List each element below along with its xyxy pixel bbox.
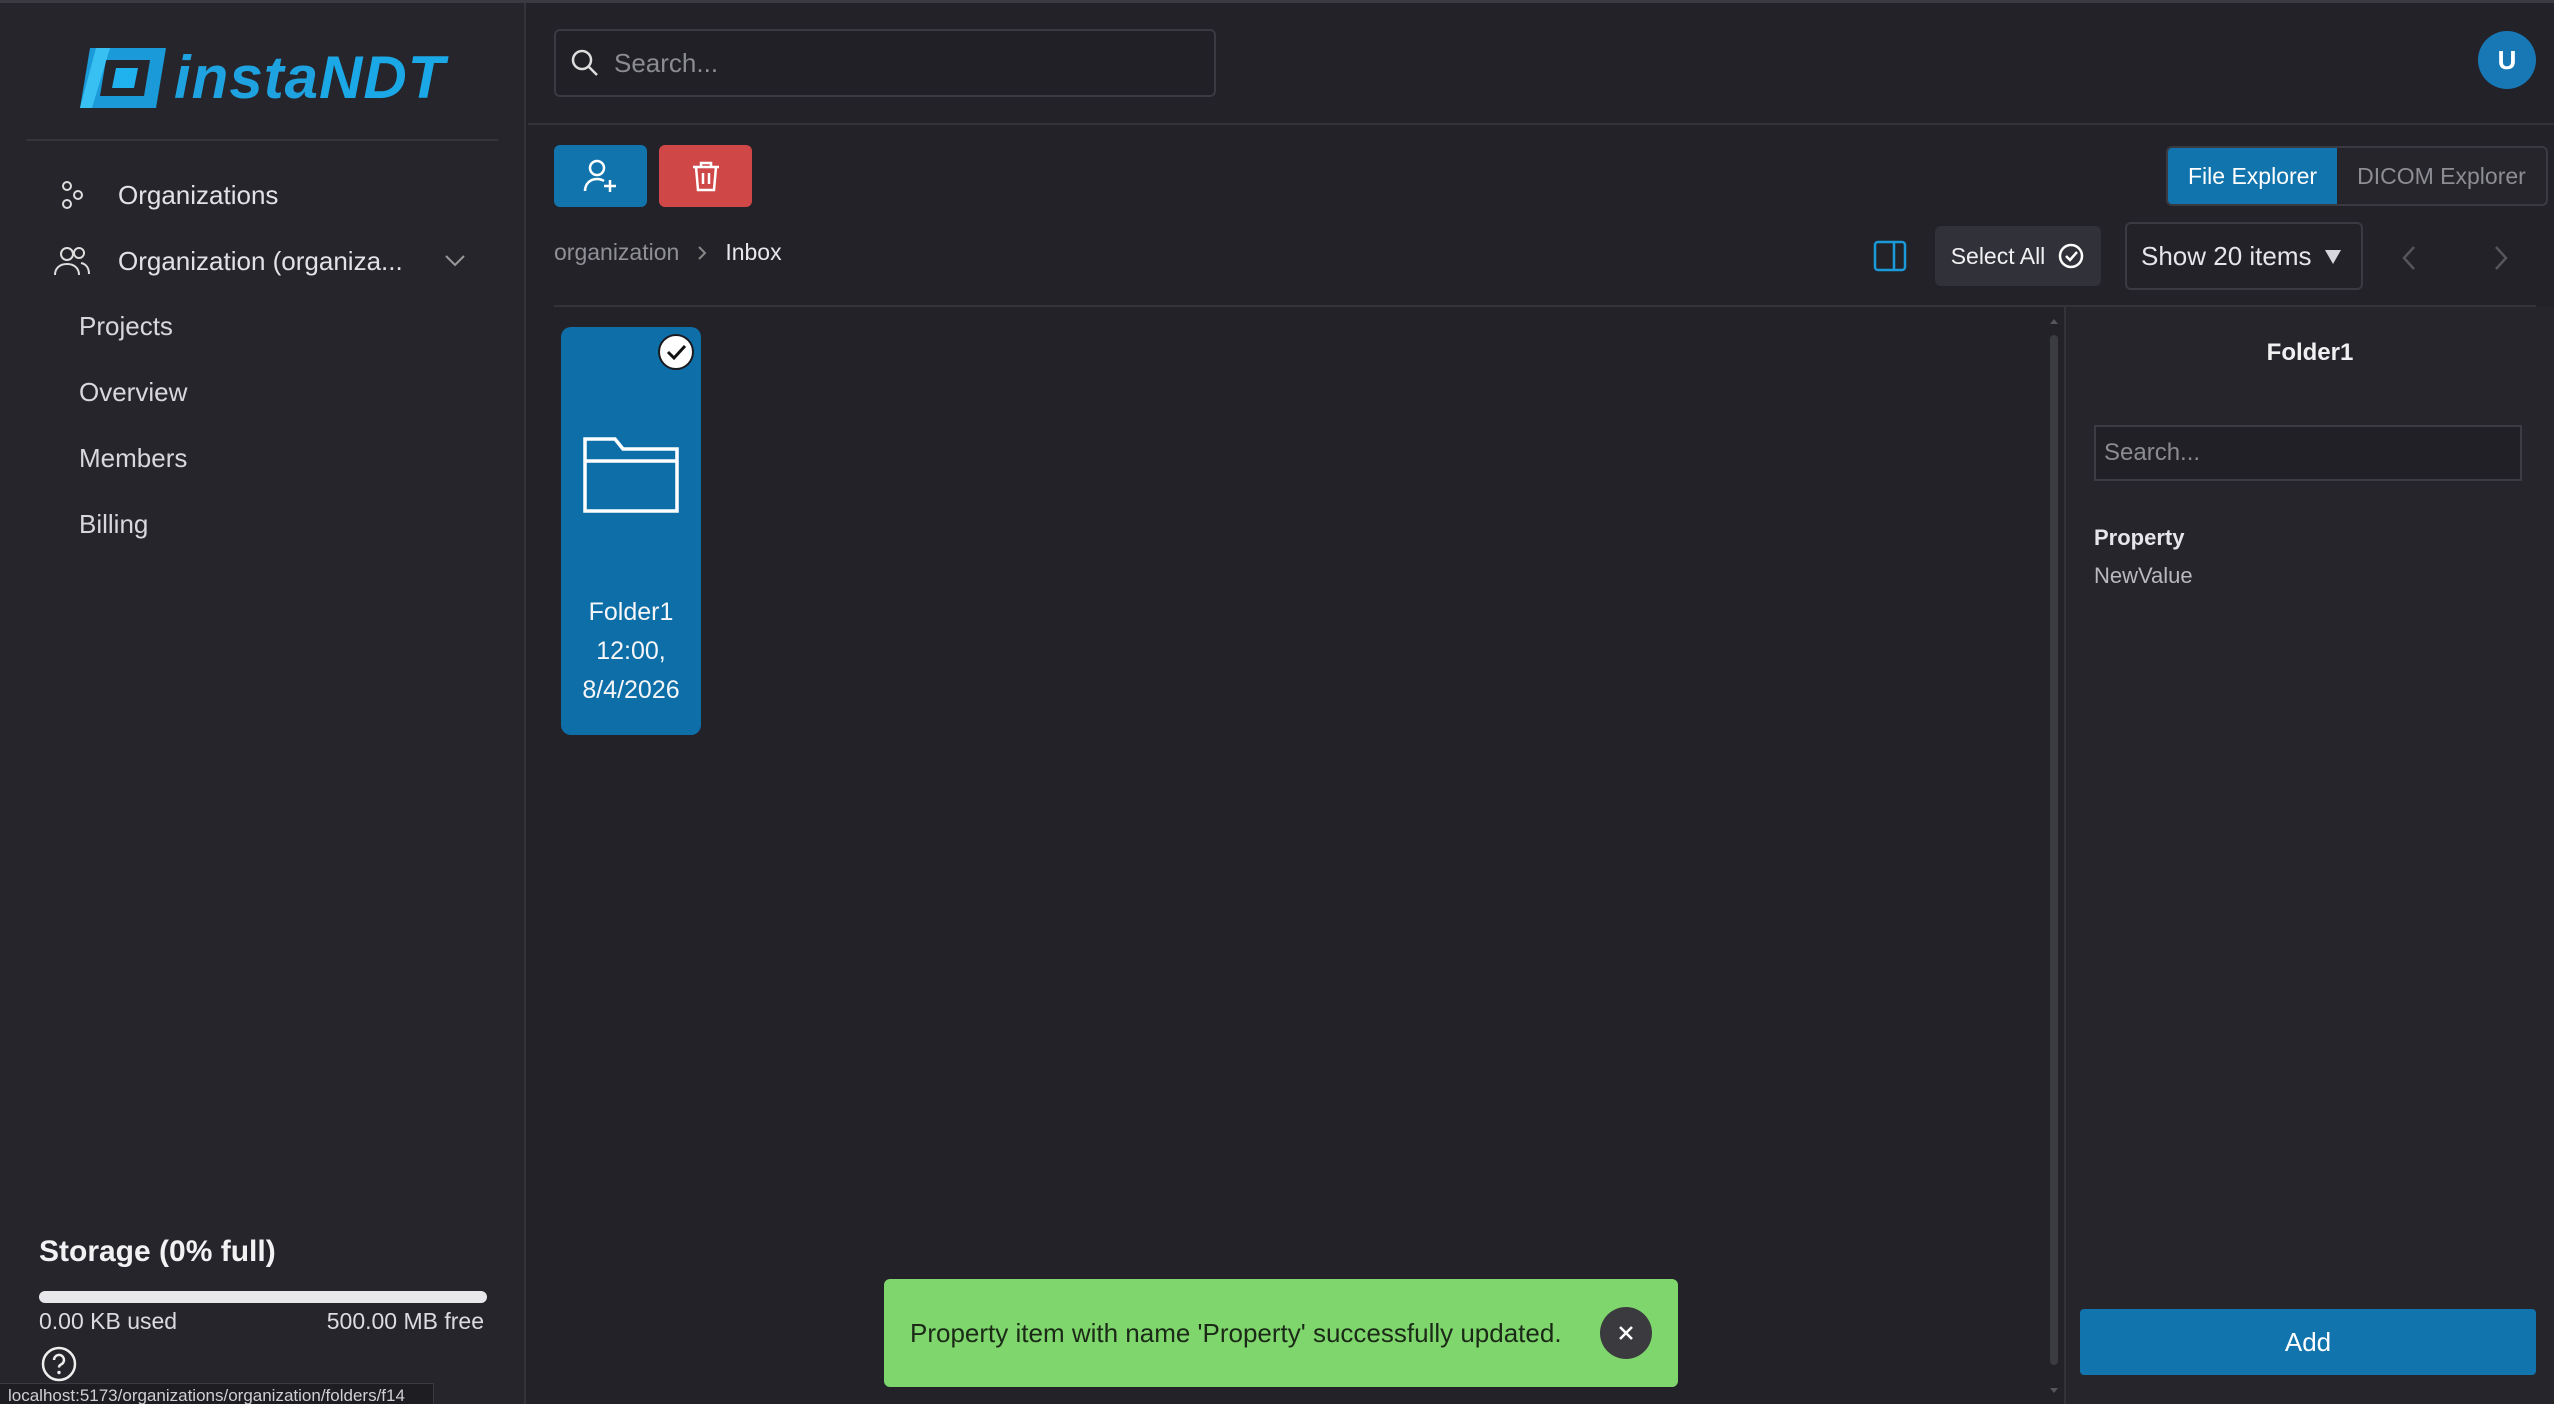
side-panel-toggle-icon[interactable] (1872, 239, 1908, 273)
storage-free: 500.00 MB free (326, 1308, 484, 1334)
close-icon (1619, 1326, 1633, 1340)
sidebar-subitem-overview[interactable]: Overview (79, 377, 187, 408)
sidebar-divider (26, 139, 498, 141)
users-icon (52, 241, 92, 281)
sidebar-subitem-projects[interactable]: Projects (79, 311, 173, 342)
sidebar-item-organizations[interactable]: Organizations (52, 175, 278, 215)
items-per-page-value: Show 20 items (2141, 240, 2312, 271)
chevron-right-icon[interactable] (2490, 243, 2512, 273)
scroll-down-arrow-icon[interactable] (2047, 1385, 2061, 1397)
scrollbar-thumb[interactable] (2050, 335, 2058, 1365)
top-header: U (528, 3, 2554, 125)
success-toast: Property item with name 'Property' succe… (884, 1279, 1678, 1387)
breadcrumb-inbox: Inbox (725, 239, 782, 265)
logo-text: instaNDT (174, 44, 446, 111)
add-property-button[interactable]: Add (2080, 1309, 2536, 1375)
search-input[interactable] (614, 47, 1174, 79)
toast-message: Property item with name 'Property' succe… (910, 1317, 1562, 1348)
folder-name: Folder1 (588, 598, 674, 626)
tab-dicom-explorer[interactable]: DICOM Explorer (2337, 148, 2546, 204)
explorer-toggle: File Explorer DICOM Explorer (2166, 146, 2548, 206)
user-plus-icon (583, 159, 616, 192)
storage-progress-bar (39, 1291, 487, 1303)
select-all-button[interactable]: Select All (1935, 226, 2101, 286)
add-user-button[interactable] (554, 145, 647, 207)
storage-used: 0.00 KB used (39, 1308, 178, 1334)
check-circle-icon (2059, 243, 2084, 269)
folder-icon (583, 437, 679, 513)
items-per-page-select[interactable]: Show 20 items (2125, 222, 2363, 290)
folder-meta: Folder1 12:00, 8/4/2026 (561, 593, 701, 710)
storage-title: Storage (0% full) (39, 1235, 276, 1268)
help-icon[interactable] (40, 1345, 78, 1383)
trash-icon (692, 161, 719, 192)
chevron-down-icon[interactable] (440, 248, 470, 272)
logo[interactable]: instaNDT (76, 43, 445, 112)
folder-time: 12:00, (596, 637, 666, 665)
toast-close-button[interactable] (1600, 1307, 1652, 1359)
sidebar-item-label: Organizations (118, 179, 279, 210)
tab-file-explorer[interactable]: File Explorer (2168, 148, 2338, 204)
breadcrumb: organization Inbox (554, 239, 782, 266)
delete-button[interactable] (659, 145, 752, 207)
user-avatar[interactable]: U (2478, 31, 2536, 89)
app-window: instaNDT Organizations Organization (org… (0, 0, 2554, 1404)
sidebar-subitem-billing[interactable]: Billing (79, 509, 148, 540)
caret-down-icon (2325, 250, 2341, 264)
selected-check-icon[interactable] (657, 333, 695, 371)
grid-scrollbar[interactable] (2047, 315, 2061, 1397)
chevron-left-icon[interactable] (2398, 243, 2420, 273)
breadcrumb-organization[interactable]: organization (554, 239, 679, 266)
sidebar-item-label: Organization (organiza... (118, 245, 403, 276)
select-all-label: Select All (1950, 242, 2046, 269)
chevron-right-icon (698, 245, 707, 260)
instandt-logo-icon (80, 47, 166, 108)
status-bar-url: localhost:5173/organizations/organizatio… (0, 1383, 434, 1404)
panel-title: Folder1 (2266, 339, 2354, 366)
sidebar-subitem-members[interactable]: Members (79, 443, 187, 474)
nodes-icon (52, 175, 92, 215)
property-search-input[interactable] (2094, 425, 2522, 481)
folder-card[interactable]: Folder1 12:00, 8/4/2026 (561, 327, 701, 735)
sidebar-item-organization[interactable]: Organization (organiza... (52, 241, 403, 281)
scroll-up-arrow-icon[interactable] (2047, 315, 2061, 327)
properties-panel: Folder1 Property NewValue Add (2064, 307, 2554, 1404)
property-value[interactable]: NewValue (2094, 563, 2193, 589)
global-search[interactable] (554, 29, 1216, 97)
sidebar: instaNDT Organizations Organization (org… (0, 3, 526, 1404)
property-name: Property (2094, 525, 2185, 550)
search-icon (571, 49, 598, 76)
folder-date: 8/4/2026 (582, 676, 680, 704)
